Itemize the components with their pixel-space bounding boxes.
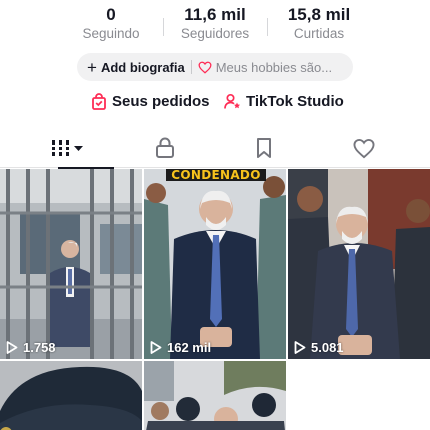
profile-links: Seus pedidos TikTok Studio (0, 93, 430, 117)
video-banner-text: CONDENADO (166, 169, 266, 181)
add-bio-label: Add biografia (100, 59, 185, 75)
add-bio-button[interactable]: + Add biografia (87, 59, 185, 76)
play-icon (294, 341, 306, 354)
view-count: 5.081 (294, 340, 344, 355)
bookmark-icon (257, 138, 271, 158)
creator-icon (224, 93, 240, 109)
view-count-text: 5.081 (311, 340, 344, 355)
profile-stats: 0 Seguindo 11,6 mil Seguidores 15,8 mil … (0, 4, 430, 44)
thumbnail-image (0, 361, 142, 430)
likes-label: Curtidas (293, 26, 345, 41)
view-count-text: 162 mil (167, 340, 212, 355)
pill-divider (190, 60, 192, 74)
bio-pill: + Add biografia Meus hobbies são... (77, 53, 353, 81)
hobbies-placeholder: Meus hobbies são... (215, 59, 333, 75)
heart-icon (353, 138, 375, 158)
view-count: 1.758 (6, 340, 56, 355)
video-thumbnail[interactable]: 5.081 (288, 169, 430, 359)
followers-count: 11,6 mil (184, 5, 246, 24)
play-icon (6, 341, 18, 354)
following-label: Seguindo (82, 26, 140, 41)
video-thumbnail[interactable]: CONDENADO 162 mil (144, 169, 286, 359)
stat-followers[interactable]: 11,6 mil Seguidores (160, 4, 270, 42)
followers-label: Seguidores (180, 26, 250, 41)
plus-icon: + (87, 57, 97, 77)
stat-following[interactable]: 0 Seguindo (56, 4, 166, 42)
orders-link[interactable]: Seus pedidos (91, 93, 210, 110)
studio-label: TikTok Studio (246, 93, 344, 110)
tab-saved[interactable] (214, 128, 314, 168)
studio-link[interactable]: TikTok Studio (224, 93, 344, 110)
profile-tabs (0, 128, 430, 169)
thumbnail-image (144, 361, 286, 430)
thumbnail-image (288, 169, 430, 359)
likes-count: 15,8 mil (287, 5, 351, 24)
orders-label: Seus pedidos (112, 93, 210, 110)
grid-icon (51, 140, 83, 156)
tab-videos[interactable] (18, 128, 118, 169)
video-thumbnail[interactable] (0, 361, 142, 430)
tab-private[interactable] (115, 128, 215, 168)
thumbnail-image (144, 169, 286, 359)
tab-liked[interactable] (314, 128, 414, 168)
shopping-bag-icon (92, 93, 106, 110)
view-count: 162 mil (150, 340, 211, 355)
view-count-text: 1.758 (23, 340, 56, 355)
video-thumbnail[interactable] (144, 361, 286, 430)
heart-outline-icon (198, 61, 212, 74)
following-count: 0 (106, 5, 116, 24)
hobbies-button[interactable]: Meus hobbies são... (198, 60, 332, 75)
play-icon (150, 341, 162, 354)
lock-icon (156, 137, 174, 158)
thumbnail-image (0, 169, 142, 359)
stat-likes[interactable]: 15,8 mil Curtidas (264, 4, 374, 42)
video-thumbnail[interactable]: 1.758 (0, 169, 142, 359)
